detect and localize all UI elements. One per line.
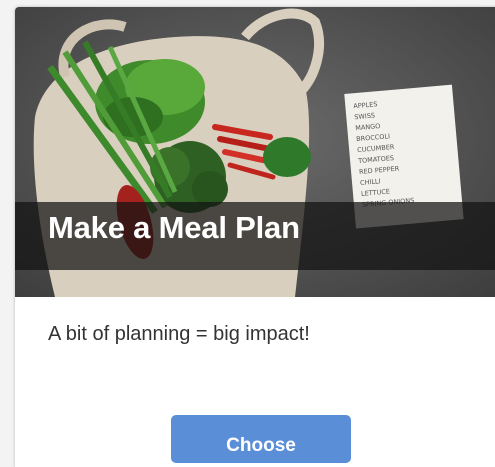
card-description: A bit of planning = big impact! [48, 323, 310, 345]
meal-plan-card: APPLES SWISS MANGO BROCCOLI CUCUMBER TOM… [15, 7, 495, 467]
choose-button[interactable]: Choose [171, 415, 351, 463]
card-title: Make a Meal Plan [48, 210, 300, 245]
